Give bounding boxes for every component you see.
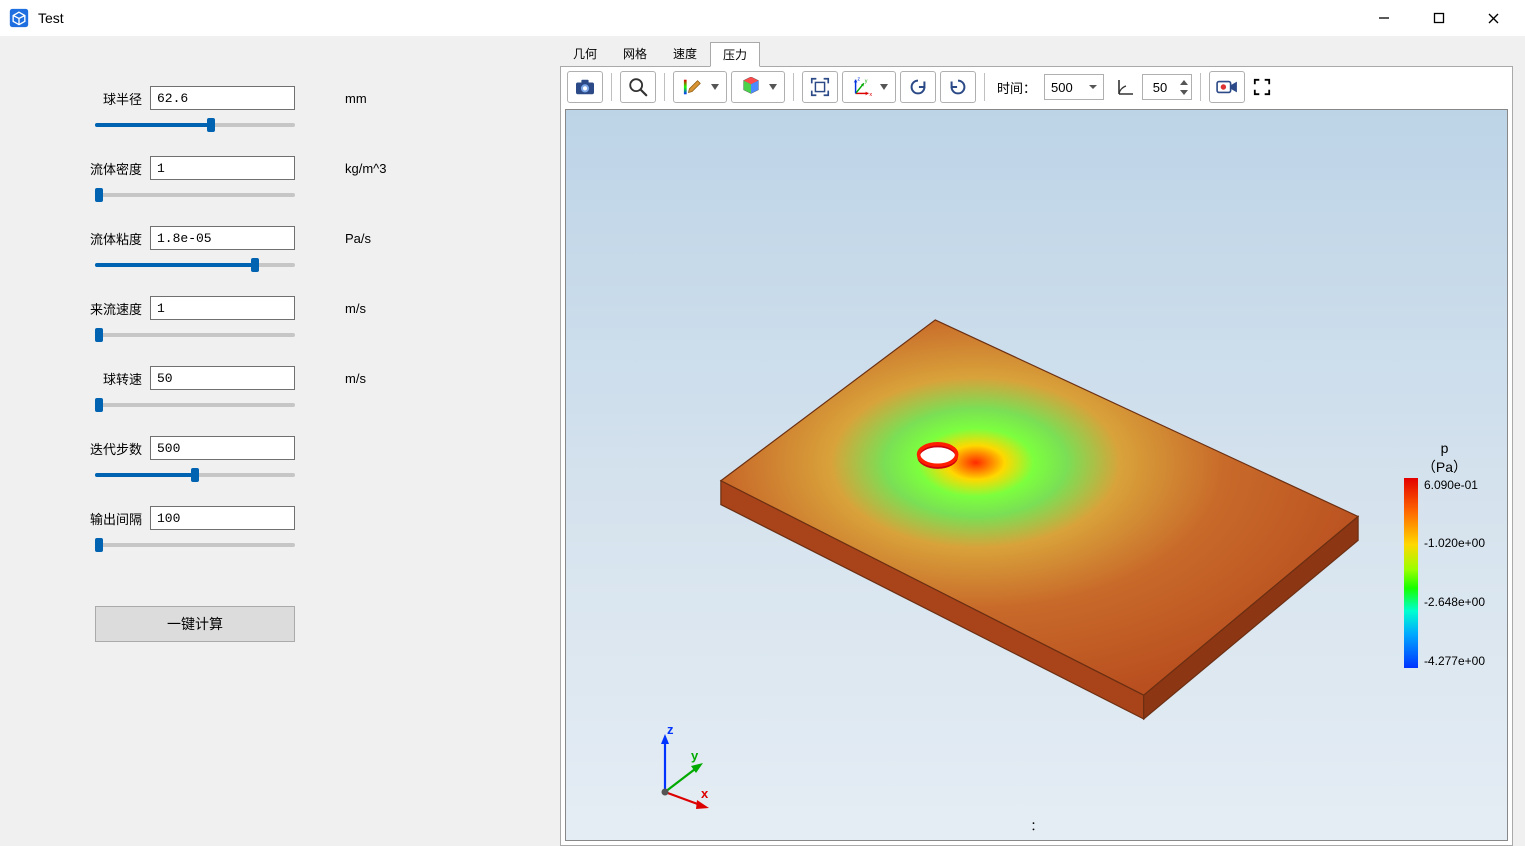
param-unit: kg/m^3 [295, 161, 365, 176]
titlebar: Test [0, 0, 1525, 36]
svg-text:x: x [701, 786, 709, 801]
angle-value[interactable] [1143, 80, 1177, 95]
axes-orientation-button[interactable]: x y z [842, 71, 896, 103]
param-label: 球转速 [0, 369, 150, 388]
colorbar-tick: 6.090e-01 [1424, 478, 1485, 492]
time-select[interactable]: 500 [1044, 74, 1104, 100]
svg-text:z: z [667, 722, 674, 737]
parameters-panel: 球半径 mm 流体密度 kg/m^3 流体粘度 Pa/s 来流速度 m/s 球转速 m/s 迭代步数… [0, 36, 560, 823]
param-input-2[interactable] [150, 226, 295, 250]
param-slider-3[interactable] [95, 333, 295, 337]
param-input-6[interactable] [150, 506, 295, 530]
param-slider-0[interactable] [95, 123, 295, 127]
zoom-button[interactable] [620, 71, 656, 103]
window-title: Test [38, 10, 64, 26]
param-slider-6[interactable] [95, 543, 295, 547]
tab-2[interactable]: 速度 [660, 41, 710, 66]
param-unit: m/s [295, 371, 365, 386]
rotate-cw-button[interactable] [940, 71, 976, 103]
close-button[interactable] [1466, 0, 1521, 36]
param-row: 流体密度 kg/m^3 [0, 156, 560, 180]
colorbar-tick: -4.277e+00 [1424, 654, 1485, 668]
param-row: 球转速 m/s [0, 366, 560, 390]
svg-text:z: z [857, 77, 860, 83]
param-label: 迭代步数 [0, 439, 150, 458]
colorbar-gradient [1404, 478, 1418, 668]
colorbar-ticks: 6.090e-01 -1.020e+00 -2.648e+00 -4.277e+… [1418, 478, 1485, 668]
param-input-3[interactable] [150, 296, 295, 320]
edit-colormap-button[interactable] [673, 71, 727, 103]
maximize-button[interactable] [1411, 0, 1466, 36]
svg-text:y: y [864, 78, 867, 84]
snapshot-button[interactable] [567, 71, 603, 103]
param-row: 流体粘度 Pa/s [0, 226, 560, 250]
param-slider-2[interactable] [95, 263, 295, 267]
colorbar: p （Pa） 6.090e-01 -1.020e+00 -2.648e+00 -… [1404, 440, 1485, 668]
param-label: 输出间隔 [0, 509, 150, 528]
param-row: 来流速度 m/s [0, 296, 560, 320]
param-row: 迭代步数 [0, 436, 560, 460]
view-tabs: 几何网格速度压力 [560, 44, 1513, 66]
param-slider-1[interactable] [95, 193, 295, 197]
colorbar-title-2: （Pa） [1404, 459, 1485, 476]
fit-view-button[interactable] [802, 71, 838, 103]
tab-1[interactable]: 网格 [610, 41, 660, 66]
param-input-1[interactable] [150, 156, 295, 180]
minimize-button[interactable] [1356, 0, 1411, 36]
3d-viewport[interactable]: z y x p （Pa） 6.090e-01 [565, 109, 1508, 841]
fullscreen-button[interactable] [1249, 71, 1275, 103]
viewer-toolbar: x y z 时间： 500 [561, 67, 1512, 107]
angle-spinner[interactable] [1142, 74, 1192, 100]
colorbar-title-1: p [1404, 440, 1485, 457]
param-slider-4[interactable] [95, 403, 295, 407]
orientation-triad: z y x [641, 720, 731, 810]
time-value: 500 [1051, 80, 1073, 95]
colorbar-tick: -2.648e+00 [1424, 595, 1485, 609]
svg-text:y: y [691, 748, 699, 763]
record-button[interactable] [1209, 71, 1245, 103]
viewer-panel: 几何网格速度压力 [560, 36, 1525, 823]
param-label: 流体密度 [0, 159, 150, 178]
param-label: 流体粘度 [0, 229, 150, 248]
rotate-ccw-button[interactable] [900, 71, 936, 103]
colorbar-tick: -1.020e+00 [1424, 536, 1485, 550]
angle-down[interactable] [1177, 87, 1191, 97]
param-slider-5[interactable] [95, 473, 295, 477]
param-input-0[interactable] [150, 86, 295, 110]
param-row: 球半径 mm [0, 86, 560, 110]
tab-3[interactable]: 压力 [710, 42, 760, 67]
param-label: 球半径 [0, 89, 150, 108]
param-row: 输出间隔 [0, 506, 560, 530]
param-unit: mm [295, 91, 365, 106]
tab-0[interactable]: 几何 [560, 41, 610, 66]
colormap-preset-button[interactable] [731, 71, 785, 103]
app-icon [8, 7, 30, 29]
param-input-4[interactable] [150, 366, 295, 390]
calculate-button[interactable]: 一键计算 [95, 606, 295, 642]
angle-icon [1116, 76, 1136, 98]
angle-up[interactable] [1177, 77, 1191, 87]
param-unit: m/s [295, 301, 365, 316]
time-label: 时间： [997, 78, 1036, 97]
status-colon: ： [1030, 817, 1042, 834]
param-input-5[interactable] [150, 436, 295, 460]
param-label: 来流速度 [0, 299, 150, 318]
param-unit: Pa/s [295, 231, 365, 246]
svg-text:x: x [869, 92, 872, 98]
